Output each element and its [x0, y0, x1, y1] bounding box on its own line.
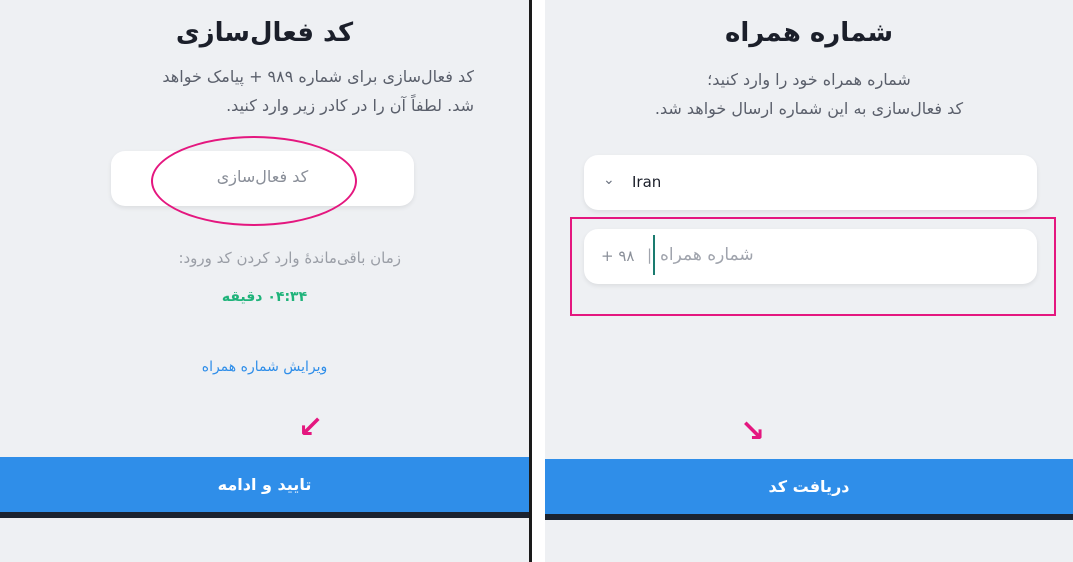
- country-value: Iran: [632, 173, 662, 191]
- phone-placeholder: شماره همراه: [660, 245, 754, 265]
- timer-value: ۰۴:۳۴ دقیقه: [221, 289, 308, 305]
- pointer-arrow-icon: ↙: [298, 410, 324, 445]
- activation-description-line2: شد. لطفاً آن را در کادر زیر وارد کنید.: [226, 96, 474, 115]
- phone-number-screen: شماره همراه شماره همراه خود را وارد کنید…: [545, 0, 1073, 562]
- activation-description-line1: کد فعال‌سازی برای شماره ‎ ۹۸۹+ پیامک خوا…: [162, 67, 474, 86]
- prefix-separator: |: [647, 246, 653, 264]
- confirm-continue-button[interactable]: تایید و ادامه: [0, 457, 529, 512]
- chevron-down-icon: ⌄: [603, 172, 615, 188]
- panel-divider: [529, 0, 532, 562]
- phone-input[interactable]: ۹۸ + | شماره همراه: [584, 229, 1037, 284]
- country-code-prefix: ۹۸ +: [601, 247, 635, 265]
- button-bottom-bar: [545, 514, 1073, 520]
- timer-label: زمان باقی‌ماندهٔ وارد کردن کد ورود:: [178, 249, 401, 267]
- phone-title: شماره همراه: [724, 18, 894, 48]
- edit-phone-link[interactable]: ویرایش شماره همراه: [0, 359, 529, 375]
- activation-code-screen: کد فعال‌سازی کد فعال‌سازی برای شماره ‎ ۹…: [0, 0, 529, 562]
- phone-description: شماره همراه خود را وارد کنید؛ کد فعال‌سا…: [545, 65, 1073, 123]
- text-cursor: [653, 235, 655, 275]
- activation-title: کد فعال‌سازی: [175, 18, 354, 48]
- country-select[interactable]: ⌄ Iran: [584, 155, 1037, 210]
- button-bottom-bar: [0, 512, 529, 518]
- get-code-button[interactable]: دریافت کد: [545, 459, 1073, 514]
- phone-description-line2: کد فعال‌سازی به این شماره ارسال خواهد شد…: [654, 99, 964, 118]
- phone-description-line1: شماره همراه خود را وارد کنید؛: [707, 70, 911, 89]
- activation-description: کد فعال‌سازی برای شماره ‎ ۹۸۹+ پیامک خوا…: [14, 62, 474, 120]
- pointer-arrow-icon: ↘: [740, 414, 766, 449]
- annotation-ellipse: [151, 136, 357, 226]
